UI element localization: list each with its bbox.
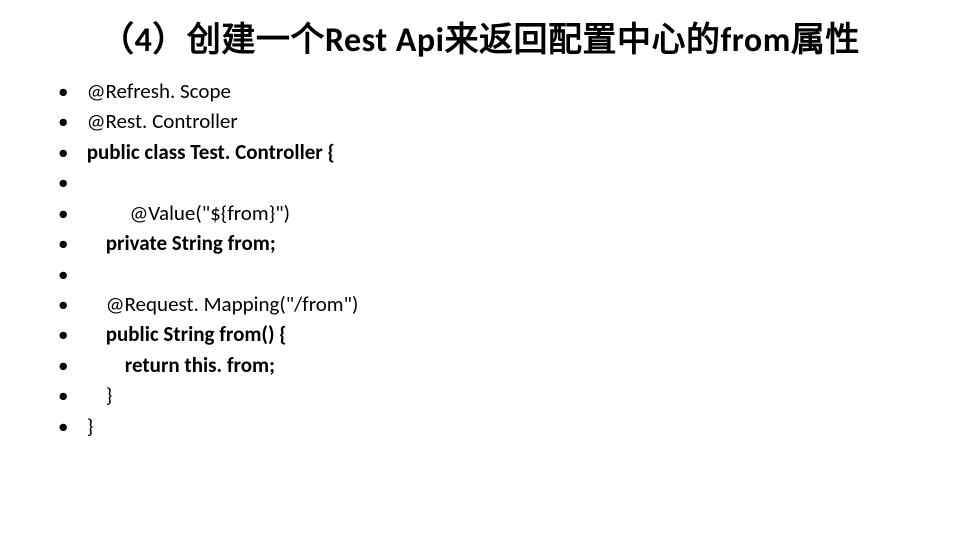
list-item-text: @Value("${from}") bbox=[82, 198, 290, 228]
list-item-text: @Request. Mapping("/from") bbox=[82, 289, 358, 319]
code-text: } bbox=[87, 413, 94, 439]
slide-content: （4）创建一个Rest Api来返回配置中心的from属性 • @Refresh… bbox=[0, 0, 960, 441]
list-item-text: } bbox=[82, 380, 112, 410]
list-item: • } bbox=[58, 411, 902, 441]
code-text-bold: private String from; bbox=[106, 230, 276, 256]
code-bullet-list: • @Refresh. Scope• @Rest. Controller• pu… bbox=[58, 76, 902, 441]
slide-title: （4）创建一个Rest Api来返回配置中心的from属性 bbox=[58, 18, 902, 64]
bullet-icon: • bbox=[58, 411, 82, 441]
bullet-icon: • bbox=[58, 259, 82, 289]
bullet-icon: • bbox=[58, 228, 82, 258]
code-text: @Rest. Controller bbox=[87, 108, 238, 134]
bullet-icon: • bbox=[58, 289, 82, 319]
list-item: • bbox=[58, 167, 902, 197]
code-text: @Request. Mapping("/from") bbox=[106, 291, 359, 317]
bullet-icon: • bbox=[58, 76, 82, 106]
list-item: • public class Test. Controller { bbox=[58, 137, 902, 167]
list-item: • return this. from; bbox=[58, 350, 902, 380]
bullet-icon: • bbox=[58, 137, 82, 167]
list-item-text: public String from() { bbox=[82, 319, 287, 349]
list-item-text: return this. from; bbox=[82, 350, 275, 380]
list-item: • public String from() { bbox=[58, 319, 902, 349]
code-text: @Refresh. Scope bbox=[87, 78, 231, 104]
bullet-icon: • bbox=[58, 106, 82, 136]
list-item-text: @Refresh. Scope bbox=[82, 76, 231, 106]
list-item-text: public class Test. Controller { bbox=[82, 137, 335, 167]
bullet-icon: • bbox=[58, 198, 82, 228]
list-item-text: @Rest. Controller bbox=[82, 106, 238, 136]
bullet-icon: • bbox=[58, 319, 82, 349]
code-text-bold: public String from() { bbox=[106, 321, 287, 347]
list-item: • bbox=[58, 259, 902, 289]
list-item: • @Value("${from}") bbox=[58, 198, 902, 228]
bullet-icon: • bbox=[58, 167, 82, 197]
list-item-text: private String from; bbox=[82, 228, 276, 258]
list-item-text: } bbox=[82, 411, 93, 441]
code-text: @Value("${from}") bbox=[129, 200, 290, 226]
list-item: • @Refresh. Scope bbox=[58, 76, 902, 106]
bullet-icon: • bbox=[58, 380, 82, 410]
list-item: • @Rest. Controller bbox=[58, 106, 902, 136]
bullet-icon: • bbox=[58, 350, 82, 380]
list-item: • @Request. Mapping("/from") bbox=[58, 289, 902, 319]
code-text-bold: public class Test. Controller { bbox=[87, 139, 335, 165]
list-item: • } bbox=[58, 380, 902, 410]
code-text-bold: return this. from; bbox=[125, 352, 275, 378]
list-item: • private String from; bbox=[58, 228, 902, 258]
code-text: } bbox=[106, 382, 113, 408]
